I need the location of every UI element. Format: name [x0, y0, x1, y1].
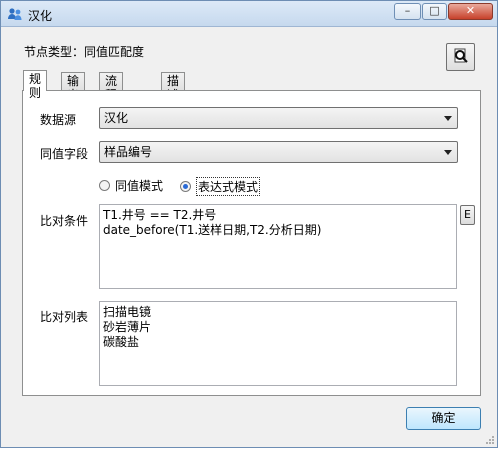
condition-line: T1.井号 == T2.井号: [103, 208, 217, 222]
radio-dot-selected: [180, 181, 191, 192]
compare-list[interactable]: 扫描电镜 砂岩薄片 碳酸盐: [99, 301, 457, 386]
datasource-select[interactable]: 汉化: [99, 107, 458, 129]
maximize-button[interactable]: □: [422, 3, 447, 20]
datasource-label: 数据源: [40, 113, 77, 127]
list-item[interactable]: 碳酸盐: [103, 335, 453, 350]
list-item[interactable]: 砂岩薄片: [103, 320, 453, 335]
tab-flow-params[interactable]: 流程参数: [99, 72, 124, 130]
minimize-button[interactable]: –: [394, 3, 421, 20]
condition-line: date_before(T1.送样日期,T2.分析日期): [103, 223, 322, 237]
condition-label: 比对条件: [40, 214, 89, 228]
list-label: 比对列表: [40, 310, 89, 324]
dialog-window: 汉化 – □ ✕ 节点类型：同值匹配度 规则 输出 流程参数 描述 数据源 汉化…: [0, 0, 498, 448]
list-item[interactable]: 扫描电镜: [103, 305, 453, 320]
radio-same-value[interactable]: 同值模式: [99, 177, 163, 194]
field-label: 同值字段: [40, 147, 89, 161]
users-icon: [8, 8, 22, 20]
chevron-down-icon: [444, 116, 452, 121]
ok-button[interactable]: 确定: [406, 407, 481, 430]
preview-button[interactable]: [446, 43, 475, 71]
tab-rules[interactable]: 规则: [23, 70, 48, 100]
field-select[interactable]: 样品编号: [99, 141, 458, 163]
radio-label: 表达式模式: [196, 177, 261, 196]
datasource-value: 汉化: [104, 111, 129, 125]
tab-description[interactable]: 描述: [161, 72, 186, 102]
search-doc-icon: [454, 48, 468, 63]
radio-dot: [99, 180, 110, 191]
rules-panel: 数据源 汉化 同值字段 样品编号 同值模式 表达式模式 比对条件 T1.井号 =…: [22, 90, 481, 396]
tab-output[interactable]: 输出: [61, 72, 86, 102]
radio-expression[interactable]: 表达式模式: [180, 177, 261, 196]
expression-editor-button[interactable]: E: [460, 205, 475, 225]
title-bar[interactable]: 汉化 – □ ✕: [1, 1, 497, 27]
condition-textarea[interactable]: T1.井号 == T2.井号 date_before(T1.送样日期,T2.分析…: [99, 204, 457, 289]
close-button[interactable]: ✕: [448, 3, 493, 20]
radio-label: 同值模式: [115, 179, 164, 193]
field-value: 样品编号: [104, 145, 153, 159]
chevron-down-icon: [444, 150, 452, 155]
node-type-label: 节点类型：同值匹配度: [24, 45, 145, 59]
window-title: 汉化: [28, 9, 53, 23]
resize-grip-icon[interactable]: [485, 435, 495, 445]
